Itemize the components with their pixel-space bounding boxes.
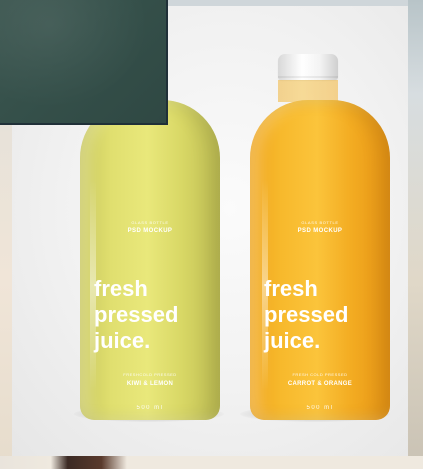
label-brand: PSD MOCKUP <box>297 228 343 234</box>
label-small-bottom: FRESHCOLD PRESSED <box>123 372 177 377</box>
bottle-neck <box>278 80 338 102</box>
carrot-orange-bottle: GLASS BOTTLE PSD MOCKUP fresh pressed ju… <box>250 52 390 424</box>
label-small-bottom: FRESH COLD PRESSED <box>292 372 348 377</box>
label-brand: PSD MOCKUP <box>127 228 173 234</box>
teal-overlay-panel <box>0 0 168 125</box>
headline-line-1: fresh <box>94 276 148 301</box>
headline-line-3: juice. <box>264 328 321 353</box>
label-volume: 500 ml <box>306 405 334 411</box>
label-flavour: CARROT & ORANGE <box>287 381 353 387</box>
right-background-strip <box>408 0 423 469</box>
label-flavour: KIWI & LEMON <box>126 381 174 387</box>
label-volume: 500 ml <box>136 405 164 411</box>
label-headline: fresh pressed juice. <box>94 276 178 354</box>
headline-line-2: pressed <box>264 302 349 327</box>
label-small-top: GLASS BOTTLE <box>131 220 169 225</box>
label-headline: fresh pressed juice. <box>264 276 348 354</box>
left-background-strip <box>0 125 12 469</box>
bottle-body: GLASS BOTTLE PSD MOCKUP fresh pressed ju… <box>80 100 220 420</box>
label-small-top: GLASS BOTTLE <box>301 220 339 225</box>
headline-line-1: fresh <box>264 276 318 301</box>
headline-line-2: pressed <box>94 302 179 327</box>
bottom-background-strip <box>0 456 423 469</box>
bottle-body: GLASS BOTTLE PSD MOCKUP fresh pressed ju… <box>250 100 390 420</box>
headline-line-3: juice. <box>94 328 151 353</box>
bottle-cap <box>278 54 338 80</box>
